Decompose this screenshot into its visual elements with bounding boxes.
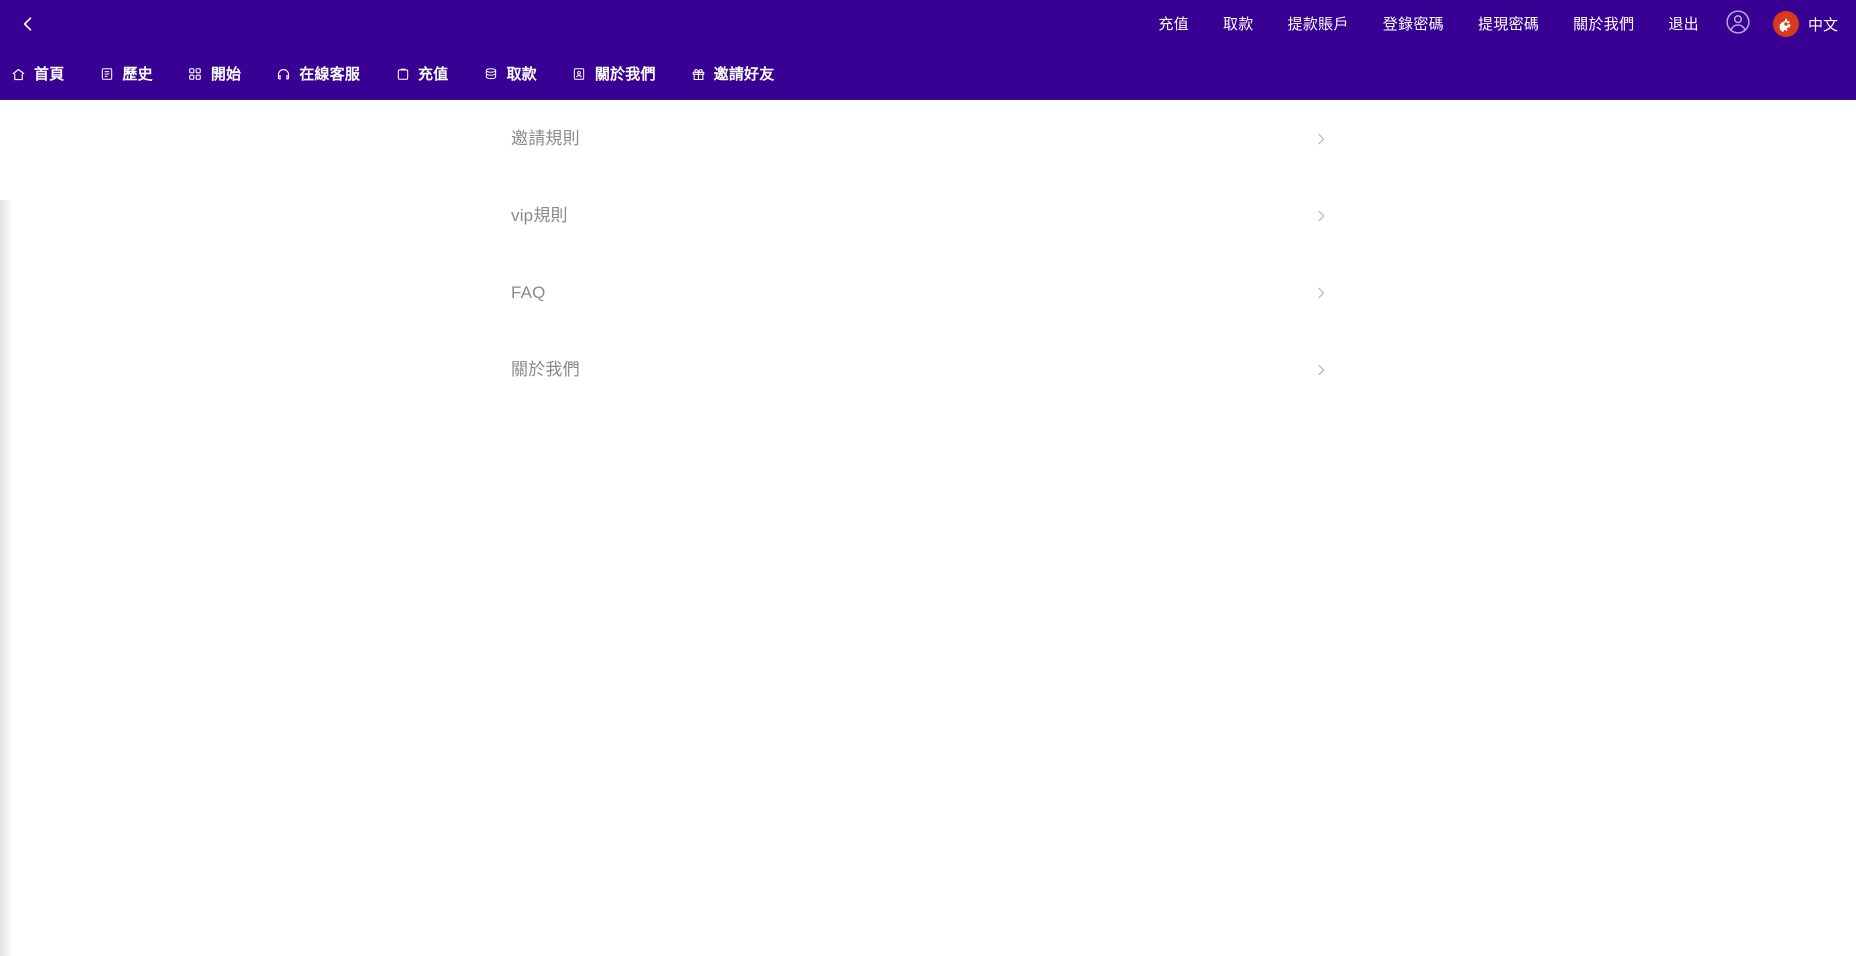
top-links: 充值 取款 提款賬戶 登錄密碼 提現密碼 關於我們 退出 中文 <box>1124 9 1856 40</box>
list-item-label: vip規則 <box>511 206 568 225</box>
top-bar: 充值 取款 提款賬戶 登錄密碼 提現密碼 關於我們 退出 中文 <box>0 0 1856 48</box>
nav-label-home: 首頁 <box>34 65 65 83</box>
nav-label-online-support: 在線客服 <box>299 65 361 83</box>
top-link-login-password[interactable]: 登錄密碼 <box>1383 17 1444 32</box>
nav-item-about-us[interactable]: 關於我們 <box>571 66 656 83</box>
list-icon <box>98 66 115 83</box>
chevron-right-icon <box>1312 361 1330 379</box>
hong-kong-flag-icon <box>1772 11 1799 37</box>
id-card-icon <box>571 66 588 83</box>
left-edge-shadow <box>0 200 14 956</box>
list-item-label: 關於我們 <box>511 360 580 379</box>
list-item-label: 邀請規則 <box>511 129 580 148</box>
list-item-label: FAQ <box>511 283 546 302</box>
app-root: 充值 取款 提款賬戶 登錄密碼 提現密碼 關於我們 退出 中文 首頁 歷史 開始… <box>0 0 1856 956</box>
nav-label-history: 歷史 <box>122 65 153 83</box>
database-icon <box>482 66 499 83</box>
chevron-right-icon <box>1312 207 1330 225</box>
top-link-about-us[interactable]: 關於我們 <box>1573 17 1634 32</box>
back-button[interactable] <box>12 8 44 40</box>
top-link-logout[interactable]: 退出 <box>1668 17 1699 32</box>
grid-icon <box>187 66 204 83</box>
top-link-deposit[interactable]: 充值 <box>1158 17 1189 32</box>
nav-item-online-support[interactable]: 在線客服 <box>275 66 360 83</box>
nav-item-deposit[interactable]: 充值 <box>394 66 448 83</box>
gift-icon <box>690 66 707 83</box>
main-content: 邀請規則 vip規則 FAQ 關於我們 <box>0 100 1856 956</box>
home-icon <box>10 66 27 83</box>
list-item-invite-rules[interactable]: 邀請規則 <box>511 100 1330 177</box>
headset-icon <box>275 66 292 83</box>
nav-item-invite-friends[interactable]: 邀請好友 <box>690 66 775 83</box>
nav-label-deposit: 充值 <box>418 65 449 83</box>
nav-item-history[interactable]: 歷史 <box>98 65 153 83</box>
top-link-withdraw-account[interactable]: 提款賬戶 <box>1288 17 1349 32</box>
nav-item-start[interactable]: 開始 <box>187 66 241 83</box>
nav-label-invite-friends: 邀請好友 <box>713 65 775 83</box>
nav-label-about-us: 關於我們 <box>594 65 656 83</box>
language-label: 中文 <box>1807 16 1838 34</box>
card-icon <box>394 66 411 83</box>
nav-item-home[interactable]: 首頁 <box>10 66 64 83</box>
list-item-faq[interactable]: FAQ <box>511 254 1330 331</box>
user-avatar-icon <box>1725 9 1751 40</box>
nav-label-withdraw: 取款 <box>506 65 537 83</box>
chevron-left-icon <box>18 14 38 34</box>
header: 充值 取款 提款賬戶 登錄密碼 提現密碼 關於我們 退出 中文 首頁 歷史 開始… <box>0 0 1856 100</box>
nav-item-withdraw[interactable]: 取款 <box>482 65 537 83</box>
list-item-vip-rules[interactable]: vip規則 <box>511 177 1330 254</box>
main-nav: 首頁 歷史 開始 在線客服 充值 取款 關於我們 邀請好友 <box>0 48 1856 100</box>
chevron-right-icon <box>1312 130 1330 148</box>
avatar[interactable] <box>1725 9 1751 40</box>
top-link-withdraw-password[interactable]: 提現密碼 <box>1478 17 1539 32</box>
menu-list: 邀請規則 vip規則 FAQ 關於我們 <box>511 100 1330 408</box>
top-link-withdraw[interactable]: 取款 <box>1223 17 1254 32</box>
language-selector[interactable]: 中文 <box>1772 11 1838 37</box>
nav-label-start: 開始 <box>210 65 242 83</box>
chevron-right-icon <box>1312 284 1330 302</box>
list-item-about-us[interactable]: 關於我們 <box>511 331 1330 408</box>
